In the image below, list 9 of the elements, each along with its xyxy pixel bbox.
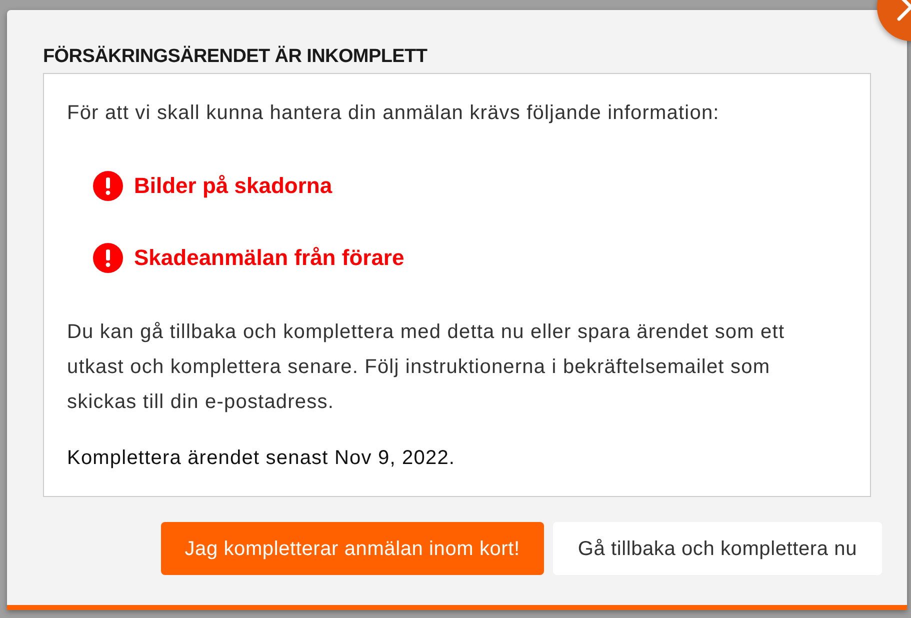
missing-item-text: Bilder på skadorna	[134, 172, 332, 200]
intro-text: För att vi skall kunna hantera din anmälan krävs följande information:	[67, 101, 720, 126]
dialog-title: FÖRSÄKRINGSÄRENDET ÄR INKOMPLETT	[43, 44, 428, 69]
missing-item-text: Skadeanmälan från förare	[134, 244, 404, 272]
back-button[interactable]: Gå tillbaka och komplettera nu	[552, 522, 882, 575]
exclamation-circle-icon	[93, 243, 123, 273]
exclamation-circle-icon	[93, 171, 123, 201]
instructions-text: Du kan gå tillbaka och komplettera med detta nu eller spara ärendet som ett utkast och komplettera senare. Följ instruktionerna i bekräftelsemailet som skickas till din e-postadress.	[67, 320, 786, 415]
deadline-text: Komplettera ärendet senast Nov 9, 2022.	[67, 446, 456, 471]
